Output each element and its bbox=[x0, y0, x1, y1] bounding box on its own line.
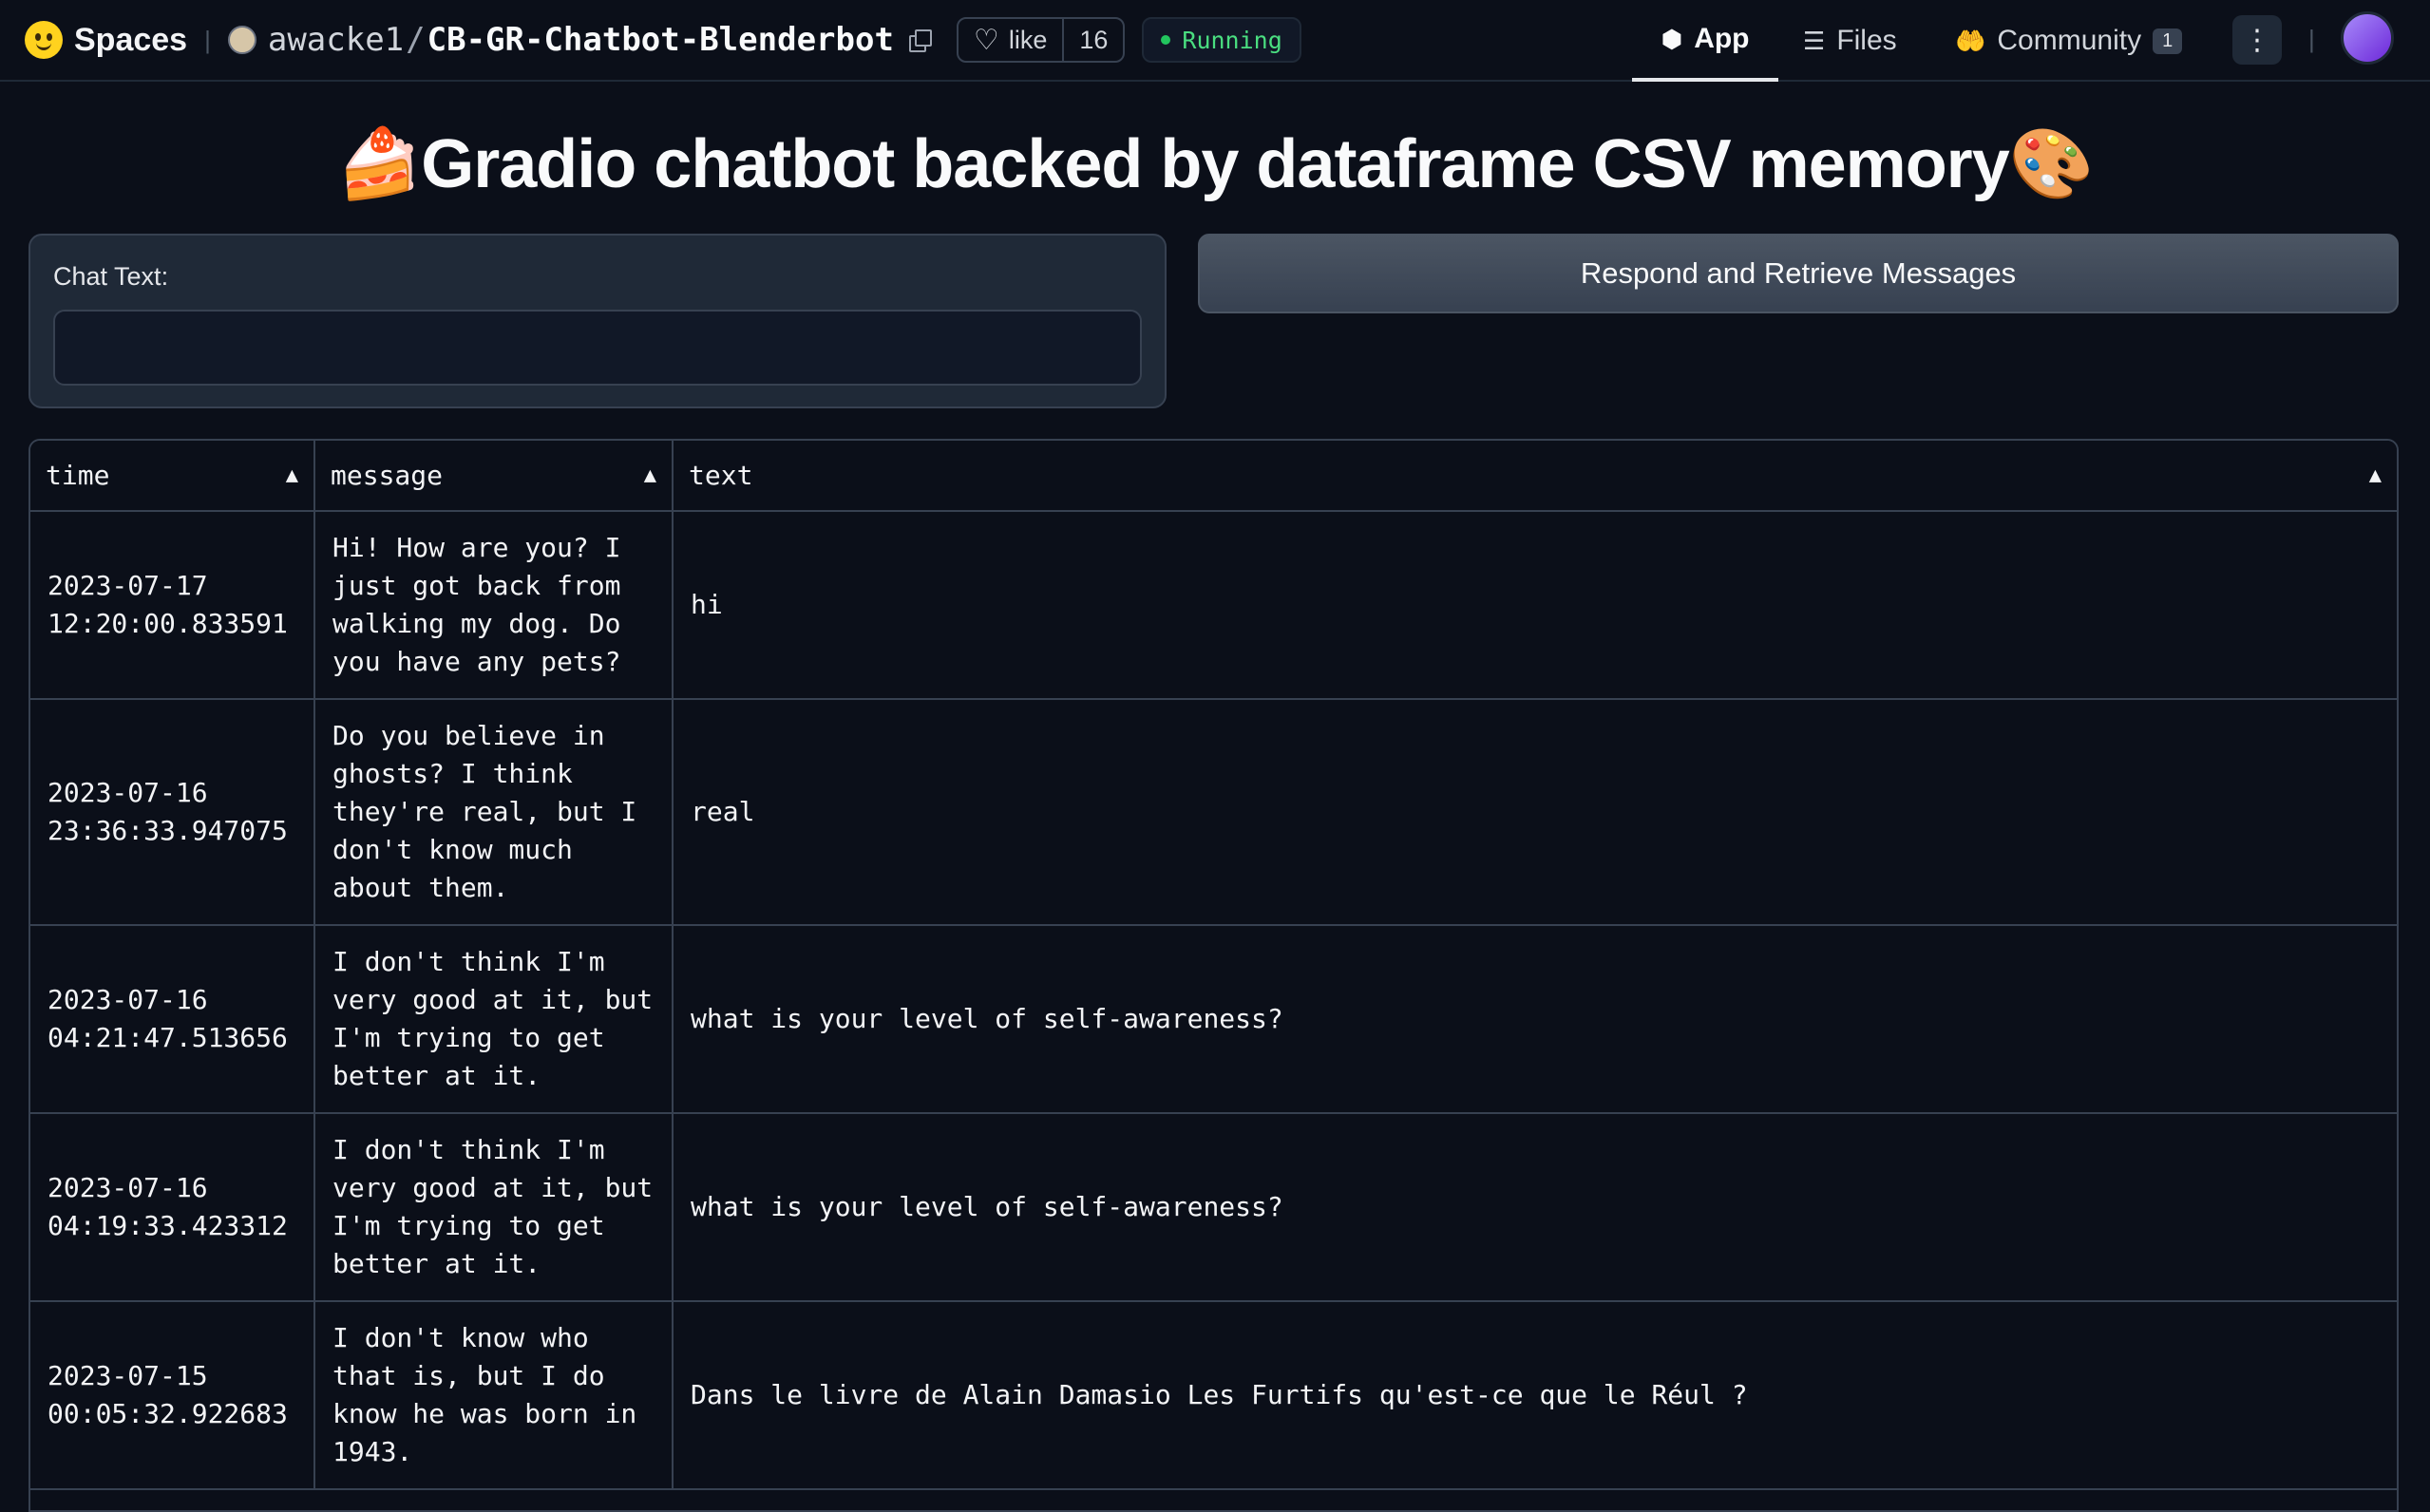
table-row: 2023-07-16 04:21:47.513656 I don't think… bbox=[30, 925, 2397, 1114]
cell-message[interactable]: I don't know who that is, but I do know … bbox=[314, 1301, 674, 1490]
files-icon: ☰ bbox=[1803, 26, 1826, 55]
cell-time[interactable]: 2023-07-15 00:05:32.922683 bbox=[30, 1301, 315, 1490]
owner-avatar[interactable] bbox=[227, 26, 256, 54]
community-icon: 🤲 bbox=[1955, 26, 1986, 55]
messages-dataframe: time ▲ message ▲ text ▲ 2023-07-17 12:20:00… bbox=[28, 439, 2399, 1512]
tab-community-label: Community bbox=[1997, 25, 2142, 56]
huggingface-logo-icon bbox=[25, 21, 63, 59]
column-header-text[interactable]: text ▲ bbox=[673, 441, 2397, 512]
repo-path: awacke1/CB-GR-Chatbot-Blenderbot bbox=[267, 21, 894, 59]
cell-text[interactable]: real bbox=[673, 699, 2397, 926]
column-header-time[interactable]: time ▲ bbox=[30, 441, 315, 512]
copy-icon[interactable] bbox=[908, 29, 932, 52]
cell-time[interactable]: 2023-07-16 23:36:33.947075 bbox=[30, 699, 315, 926]
status-badge: Running bbox=[1142, 17, 1301, 63]
cell-text[interactable]: hi bbox=[673, 511, 2397, 700]
like-label: like bbox=[1008, 25, 1048, 54]
cell-message[interactable]: Hi! How are you? I just got back from wa… bbox=[314, 511, 674, 700]
table-row: 2023-07-17 12:20:00.833591 Hi! How are y… bbox=[30, 511, 2397, 700]
cell-text[interactable]: what is your level of self-awareness? bbox=[673, 925, 2397, 1114]
sort-asc-icon[interactable]: ▲ bbox=[644, 463, 656, 487]
chat-text-input[interactable] bbox=[53, 310, 1142, 386]
tab-community[interactable]: 🤲 Community 1 bbox=[1955, 0, 2183, 82]
cell-text[interactable]: what is your level of self-awareness? bbox=[673, 1113, 2397, 1302]
cube-icon: ⬢ bbox=[1661, 24, 1683, 53]
table-header-row: time ▲ message ▲ text ▲ bbox=[30, 441, 2397, 512]
more-options-icon[interactable]: ⋮ bbox=[2232, 15, 2282, 65]
user-avatar[interactable] bbox=[2341, 11, 2394, 65]
community-count-badge: 1 bbox=[2153, 28, 2183, 54]
repo-name-link[interactable]: CB-GR-Chatbot-Blenderbot bbox=[427, 21, 894, 59]
respond-button[interactable]: Respond and Retrieve Messages bbox=[1198, 234, 2399, 313]
heart-icon: ♡ bbox=[973, 24, 999, 56]
spaces-home-link[interactable]: Spaces bbox=[25, 0, 187, 81]
sort-asc-icon[interactable]: ▲ bbox=[2369, 463, 2382, 487]
table-row: 2023-07-16 23:36:33.947075 Do you believ… bbox=[30, 699, 2397, 926]
tab-app[interactable]: ⬢ App bbox=[1632, 0, 1778, 82]
tab-files-label: Files bbox=[1836, 25, 1897, 56]
cell-message[interactable]: I don't think I'm very good at it, but I… bbox=[314, 1113, 674, 1302]
cell-text[interactable]: Dans le livre de Alain Damasio Les Furti… bbox=[673, 1301, 2397, 1490]
messages-table: time ▲ message ▲ text ▲ 2023-07-17 12:20:00… bbox=[30, 441, 2397, 1490]
cell-time[interactable]: 2023-07-17 12:20:00.833591 bbox=[30, 511, 315, 700]
cell-time[interactable]: 2023-07-16 04:21:47.513656 bbox=[30, 925, 315, 1114]
divider: | bbox=[2308, 25, 2315, 53]
sort-asc-icon[interactable]: ▲ bbox=[286, 463, 298, 487]
tab-files[interactable]: ☰ Files bbox=[1803, 0, 1897, 82]
like-count[interactable]: 16 bbox=[1064, 19, 1123, 61]
column-header-message[interactable]: message ▲ bbox=[314, 441, 674, 512]
status-label: Running bbox=[1182, 26, 1282, 54]
table-row: 2023-07-15 00:05:32.922683 I don't know … bbox=[30, 1301, 2397, 1490]
cell-message[interactable]: I don't think I'm very good at it, but I… bbox=[314, 925, 674, 1114]
divider: | bbox=[204, 25, 211, 54]
cell-message[interactable]: Do you believe in ghosts? I think they'r… bbox=[314, 699, 674, 926]
page-title: 🍰Gradio chatbot backed by dataframe CSV … bbox=[336, 126, 2095, 202]
top-navigation-bar: Spaces | awacke1/CB-GR-Chatbot-Blenderbo… bbox=[0, 0, 2430, 82]
chat-text-label: Chat Text: bbox=[53, 262, 169, 291]
table-row: 2023-07-16 04:19:33.423312 I don't think… bbox=[30, 1113, 2397, 1302]
owner-link[interactable]: awacke1 bbox=[268, 21, 404, 59]
chat-text-block: Chat Text: bbox=[28, 234, 1167, 408]
spaces-label: Spaces bbox=[74, 21, 188, 58]
status-dot-icon bbox=[1161, 35, 1171, 45]
like-button[interactable]: ♡ like bbox=[959, 19, 1065, 61]
cell-time[interactable]: 2023-07-16 04:19:33.423312 bbox=[30, 1113, 315, 1302]
tab-app-label: App bbox=[1694, 23, 1750, 54]
like-widget: ♡ like 16 bbox=[956, 17, 1126, 63]
